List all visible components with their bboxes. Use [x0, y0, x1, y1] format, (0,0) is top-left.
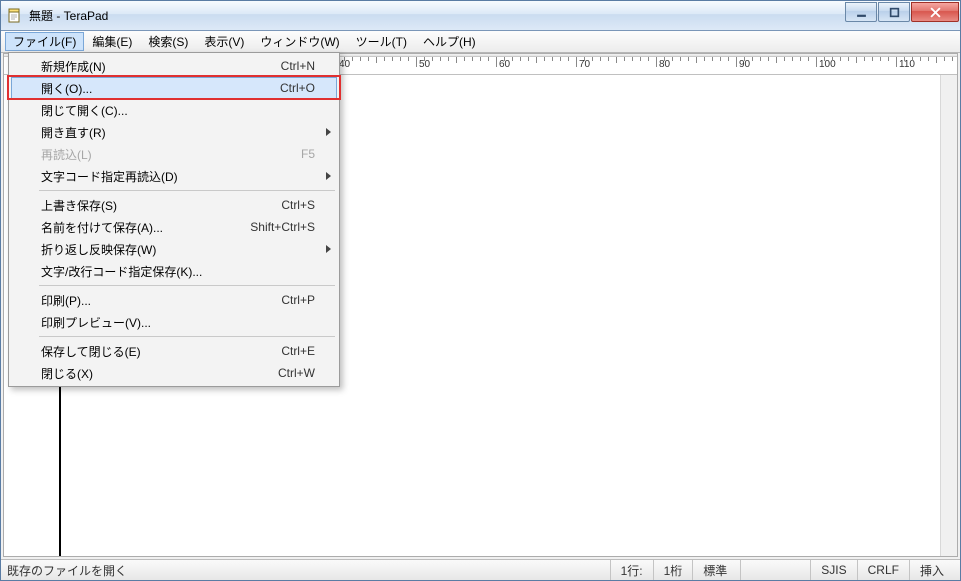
status-mode: 標準	[692, 560, 740, 580]
menu-item-shortcut: Shift+Ctrl+S	[250, 220, 315, 234]
menu-item-label: 折り返し反映保存(W)	[41, 241, 315, 258]
menu-item[interactable]: 印刷(P)...Ctrl+P	[11, 289, 337, 311]
file-menu-dropdown: 新規作成(N)Ctrl+N開く(O)...Ctrl+O閉じて開く(C)...開き…	[8, 52, 340, 387]
menu-search[interactable]: 検索(S)	[140, 31, 196, 52]
menu-item[interactable]: 閉じて開く(C)...	[11, 99, 337, 121]
app-window: 無題 - TeraPad ファイル(F)編集(E)検索(S)表示(V)ウィンドウ…	[0, 0, 961, 581]
menu-item[interactable]: 開き直す(R)	[11, 121, 337, 143]
close-button[interactable]	[911, 2, 959, 22]
window-title: 無題 - TeraPad	[29, 7, 845, 24]
menu-item[interactable]: 名前を付けて保存(A)...Shift+Ctrl+S	[11, 216, 337, 238]
menubar-strip: ファイル(F)編集(E)検索(S)表示(V)ウィンドウ(W)ツール(T)ヘルプ(…	[1, 31, 960, 53]
submenu-arrow-icon	[326, 245, 331, 253]
app-icon	[7, 8, 23, 24]
menu-item-shortcut: Ctrl+P	[281, 293, 315, 307]
menu-edit[interactable]: 編集(E)	[84, 31, 140, 52]
menu-item-label: 再読込(L)	[41, 146, 301, 163]
menu-item-label: 新規作成(N)	[41, 58, 281, 75]
submenu-arrow-icon	[326, 172, 331, 180]
menu-item-label: 保存して閉じる(E)	[41, 343, 281, 360]
menu-item-label: 上書き保存(S)	[41, 197, 281, 214]
menu-item-label: 文字コード指定再読込(D)	[41, 168, 315, 185]
menu-item-label: 名前を付けて保存(A)...	[41, 219, 250, 236]
menu-item-label: 閉じる(X)	[41, 365, 278, 382]
status-help-text: 既存のファイルを開く	[7, 562, 610, 579]
vertical-scrollbar[interactable]	[940, 75, 957, 556]
menu-window[interactable]: ウィンドウ(W)	[252, 31, 347, 52]
menu-item-label: 開く(O)...	[41, 80, 280, 97]
status-eol: CRLF	[857, 560, 909, 580]
maximize-button[interactable]	[878, 2, 910, 22]
menu-separator	[39, 285, 335, 286]
menu-item-shortcut: Ctrl+O	[280, 81, 315, 95]
menu-item-label: 閉じて開く(C)...	[41, 102, 315, 119]
menu-item[interactable]: 新規作成(N)Ctrl+N	[11, 55, 337, 77]
window-controls	[845, 1, 960, 30]
menu-item[interactable]: 印刷プレビュー(V)...	[11, 311, 337, 333]
menu-item[interactable]: 折り返し反映保存(W)	[11, 238, 337, 260]
menu-item-shortcut: Ctrl+N	[281, 59, 315, 73]
menu-item-label: 印刷(P)...	[41, 292, 281, 309]
minimize-button[interactable]	[845, 2, 877, 22]
menu-item-shortcut: Ctrl+W	[278, 366, 315, 380]
status-line: 1行:	[610, 560, 653, 580]
menu-item: 再読込(L)F5	[11, 143, 337, 165]
menu-item[interactable]: 開く(O)...Ctrl+O	[11, 77, 337, 99]
menu-item-shortcut: F5	[301, 147, 315, 161]
menu-file[interactable]: ファイル(F)	[5, 32, 84, 51]
menu-item-label: 印刷プレビュー(V)...	[41, 314, 315, 331]
status-col: 1桁	[653, 560, 693, 580]
menu-item-shortcut: Ctrl+S	[281, 198, 315, 212]
menubar: ファイル(F)編集(E)検索(S)表示(V)ウィンドウ(W)ツール(T)ヘルプ(…	[1, 31, 484, 52]
menu-view[interactable]: 表示(V)	[196, 31, 252, 52]
menu-item-shortcut: Ctrl+E	[281, 344, 315, 358]
status-spacer	[740, 560, 810, 580]
menu-separator	[39, 336, 335, 337]
status-bar: 既存のファイルを開く 1行: 1桁 標準 SJIS CRLF 挿入	[1, 559, 960, 580]
titlebar: 無題 - TeraPad	[1, 1, 960, 31]
menu-item[interactable]: 文字/改行コード指定保存(K)...	[11, 260, 337, 282]
menu-separator	[39, 190, 335, 191]
submenu-arrow-icon	[326, 128, 331, 136]
status-insert-mode: 挿入	[909, 560, 954, 580]
menu-item-label: 文字/改行コード指定保存(K)...	[41, 263, 315, 280]
menu-item[interactable]: 上書き保存(S)Ctrl+S	[11, 194, 337, 216]
menu-item[interactable]: 閉じる(X)Ctrl+W	[11, 362, 337, 384]
menu-item[interactable]: 文字コード指定再読込(D)	[11, 165, 337, 187]
menu-item-label: 開き直す(R)	[41, 124, 315, 141]
menu-help[interactable]: ヘルプ(H)	[415, 31, 484, 52]
menu-tool[interactable]: ツール(T)	[348, 31, 415, 52]
status-encoding: SJIS	[810, 560, 856, 580]
menu-item[interactable]: 保存して閉じる(E)Ctrl+E	[11, 340, 337, 362]
